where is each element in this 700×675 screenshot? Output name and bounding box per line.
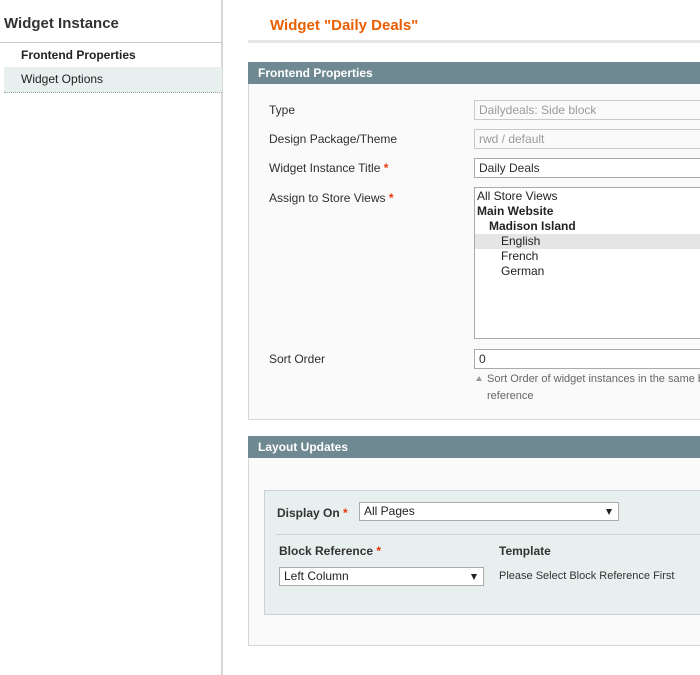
block-reference-label: Block Reference * xyxy=(279,544,381,558)
required-marker: * xyxy=(388,191,394,205)
instance-title-label-text: Widget Instance Title xyxy=(269,161,381,175)
template-label: Template xyxy=(499,544,551,558)
sort-order-note-text-cont: reference xyxy=(487,390,534,402)
display-on-label: Display On * xyxy=(277,506,348,520)
sort-order-label: Sort Order xyxy=(269,352,326,366)
store-views-label-text: Assign to Store Views xyxy=(269,191,386,205)
display-on-select[interactable]: All Pages xyxy=(359,502,619,521)
sidebar-item-frontend-properties[interactable]: Frontend Properties xyxy=(4,43,222,69)
sort-order-input[interactable]: 0 xyxy=(474,349,700,369)
triangle-up-icon xyxy=(476,376,482,381)
required-marker: * xyxy=(343,506,348,520)
layout-update-divider xyxy=(276,534,700,535)
store-option-french[interactable]: French xyxy=(475,249,700,264)
type-label: Type xyxy=(269,103,296,117)
theme-label: Design Package/Theme xyxy=(269,132,398,146)
sidebar: Widget Instance Frontend Properties Widg… xyxy=(0,0,223,675)
sidebar-title: Widget Instance xyxy=(0,0,222,43)
sidebar-item-widget-options[interactable]: Widget Options xyxy=(4,67,222,93)
required-marker: * xyxy=(383,161,389,175)
chevron-down-icon xyxy=(606,509,612,515)
store-option-store: Madison Island xyxy=(489,219,576,233)
page-title: Widget "Daily Deals" xyxy=(270,17,419,34)
display-on-value: All Pages xyxy=(364,504,415,518)
store-views-label: Assign to Store Views * xyxy=(269,191,394,205)
store-option-website: Main Website xyxy=(477,204,554,218)
block-reference-select[interactable]: Left Column xyxy=(279,567,484,586)
store-option-english[interactable]: English xyxy=(475,234,700,249)
theme-field: rwd / default xyxy=(474,129,700,149)
block-reference-label-text: Block Reference xyxy=(279,544,374,558)
store-views-multiselect[interactable]: All Store Views Main Website Madison Isl… xyxy=(474,187,700,339)
store-option-all[interactable]: All Store Views xyxy=(475,189,700,204)
display-on-label-text: Display On xyxy=(277,506,340,520)
instance-title-input[interactable]: Daily Deals xyxy=(474,158,700,178)
sort-order-note-text: Sort Order of widget instances in the sa… xyxy=(487,373,700,385)
chevron-down-icon xyxy=(471,574,477,580)
sort-order-note: Sort Order of widget instances in the sa… xyxy=(476,371,700,405)
store-option-german[interactable]: German xyxy=(475,264,700,279)
block-reference-value: Left Column xyxy=(284,569,349,583)
required-marker: * xyxy=(376,544,382,558)
type-field: Dailydeals: Side block xyxy=(474,100,700,120)
instance-title-label: Widget Instance Title * xyxy=(269,161,388,175)
template-placeholder-text: Please Select Block Reference First xyxy=(499,570,675,582)
layout-updates-header: Layout Updates xyxy=(248,436,700,458)
title-divider xyxy=(248,40,700,43)
frontend-properties-header: Frontend Properties xyxy=(248,62,700,84)
